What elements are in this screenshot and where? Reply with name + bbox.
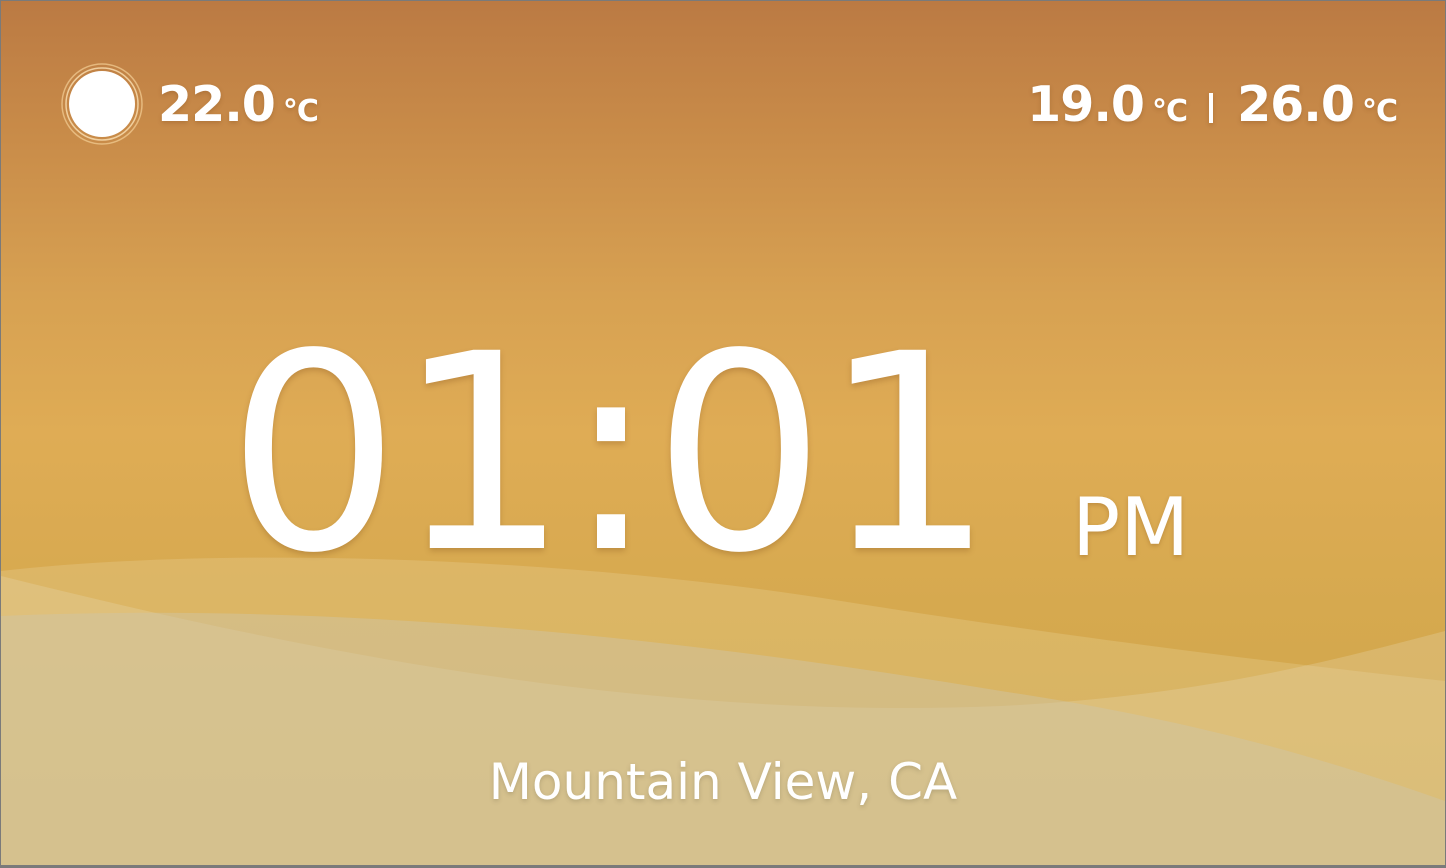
low-temp-value: 19.0 <box>1027 76 1145 133</box>
high-temp-value: 26.0 <box>1237 76 1355 133</box>
temperature-range: 19.0 °C 26.0 °C <box>1027 80 1398 129</box>
sun-icon <box>61 63 143 145</box>
current-temp-value: 22.0 <box>158 76 276 133</box>
weather-clock-screen: 22.0 °C 19.0 °C 26.0 °C 01:01 PM Mountain Vi… <box>1 1 1445 865</box>
current-temperature: 22.0 °C <box>158 80 319 129</box>
low-temp-unit: °C <box>1152 94 1188 129</box>
clock-time: 01:01 <box>227 297 995 613</box>
current-temp-unit: °C <box>282 94 319 129</box>
location-name: Mountain View, CA <box>488 753 958 811</box>
clock-meridiem: PM <box>1072 481 1190 574</box>
wave-layer-front <box>1 612 1445 865</box>
range-separator <box>1209 93 1214 123</box>
high-temp-unit: °C <box>1361 94 1398 129</box>
